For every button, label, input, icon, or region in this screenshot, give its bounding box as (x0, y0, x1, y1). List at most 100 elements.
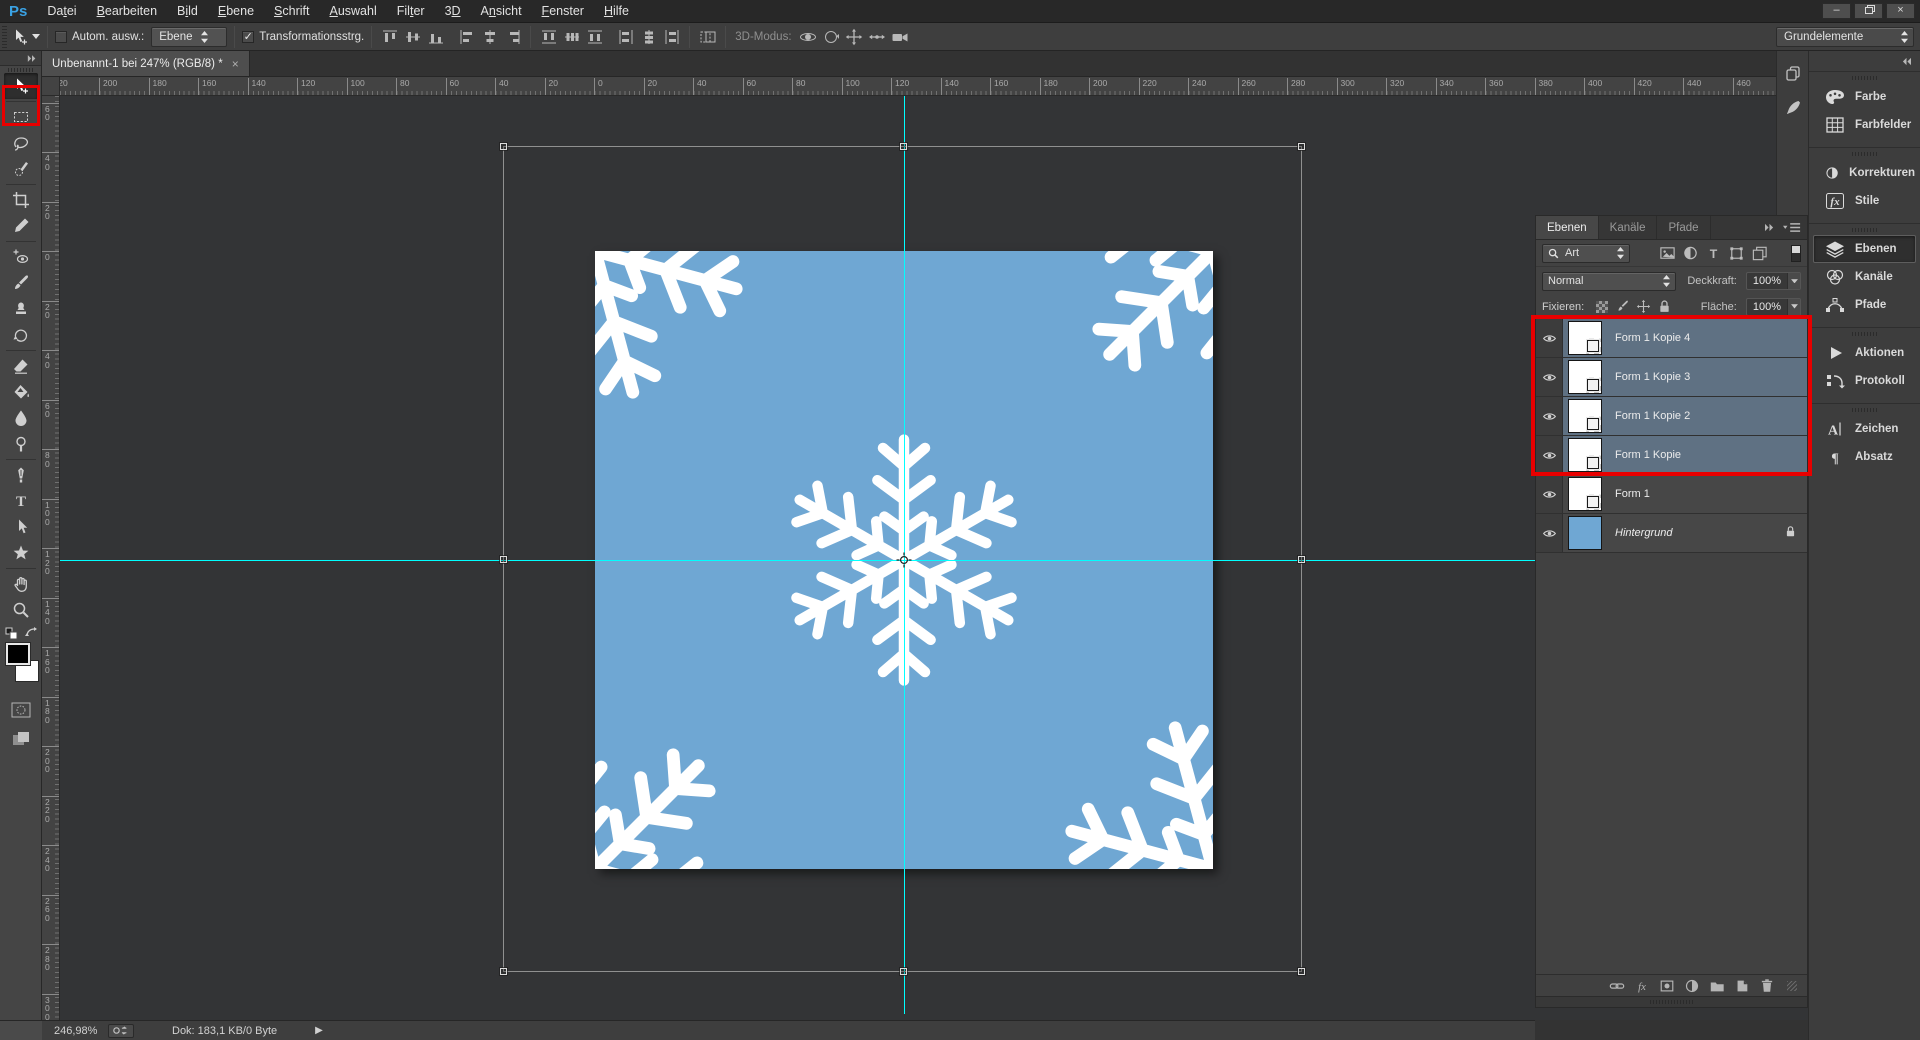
distribute-vertical-centers-button[interactable] (561, 27, 582, 46)
link-layers-button[interactable] (1608, 978, 1625, 994)
status-sync-button[interactable] (108, 1024, 134, 1038)
transform-handle-bottom-center[interactable] (900, 968, 907, 975)
filter-shape-layers-button[interactable] (1726, 244, 1746, 263)
layer-thumbnail[interactable] (1568, 438, 1602, 472)
align-vertical-centers-button[interactable] (402, 27, 423, 46)
tools-panel-grip[interactable] (0, 66, 41, 73)
transform-handle-top-left[interactable] (500, 143, 507, 150)
transform-handle-bottom-left[interactable] (500, 968, 507, 975)
layer-filter-toggle[interactable] (1791, 245, 1801, 262)
swap-colors-icon[interactable] (25, 627, 37, 639)
transform-controls-checkbox-box[interactable]: ✓ (242, 31, 254, 43)
minimize-button[interactable]: – (1822, 3, 1851, 19)
healing-brush-tool[interactable] (4, 244, 38, 270)
lock-position-button[interactable] (1635, 298, 1652, 315)
panel-collapse-chevrons-icon[interactable] (1764, 223, 1775, 232)
menu-auswahl[interactable]: Auswahl (319, 0, 386, 22)
align-left-edges-button[interactable] (456, 27, 477, 46)
distribute-left-edges-button[interactable] (615, 27, 636, 46)
menu-ansicht[interactable]: Ansicht (471, 0, 532, 22)
auto-select-checkbox[interactable]: Autom. ausw.: (55, 31, 144, 43)
layer-row-form-1-kopie-2[interactable]: Form 1 Kopie 2 (1536, 397, 1807, 436)
lock-all-button[interactable] (1656, 298, 1673, 315)
panel-menu-icon[interactable] (1783, 222, 1801, 233)
panel-button-korrekturen[interactable]: Korrekturen (1813, 159, 1916, 187)
panel-resize-grip[interactable] (1787, 981, 1797, 991)
default-colors-icon[interactable] (5, 627, 18, 640)
document-tab[interactable]: Unbenannt-1 bei 247% (RGB/8) * × (42, 51, 250, 76)
panel-button-protokoll[interactable]: Protokoll (1813, 367, 1916, 395)
align-top-edges-button[interactable] (379, 27, 400, 46)
layers-list-empty-area[interactable] (1536, 553, 1807, 974)
layer-visibility-toggle[interactable] (1536, 319, 1563, 357)
panel-button-farbfelder[interactable]: Farbfelder (1813, 111, 1916, 139)
delete-layer-button[interactable] (1758, 978, 1775, 994)
vertical-ruler[interactable]: 6 04 02 002 04 06 08 01 0 01 2 01 4 01 6… (42, 96, 60, 1020)
layer-thumbnail[interactable] (1568, 399, 1602, 433)
panel-button-farbe[interactable]: Farbe (1813, 83, 1916, 111)
distribute-right-edges-button[interactable] (661, 27, 682, 46)
dock-group-grip[interactable] (1809, 72, 1920, 83)
panel-tab-ebenen[interactable]: Ebenen (1536, 216, 1599, 239)
history-brush-tool[interactable] (4, 322, 38, 348)
menu-schrift[interactable]: Schrift (264, 0, 319, 22)
menu-3d[interactable]: 3D (435, 0, 471, 22)
panel-tab-kanale[interactable]: Kanäle (1599, 216, 1658, 239)
restore-button[interactable] (1854, 3, 1883, 19)
dock-group-grip[interactable] (1809, 148, 1920, 159)
brush-tool[interactable] (4, 270, 38, 296)
panel-button-pfade[interactable]: Pfade (1813, 291, 1916, 319)
layer-row-form-1[interactable]: Form 1 (1536, 475, 1807, 514)
filter-type-layers-button[interactable] (1703, 244, 1723, 263)
lock-transparency-button[interactable] (1593, 298, 1610, 315)
layer-row-form-1-kopie-3[interactable]: Form 1 Kopie 3 (1536, 358, 1807, 397)
blur-tool[interactable] (4, 405, 38, 431)
pen-tool[interactable] (4, 462, 38, 488)
layer-row-hintergrund[interactable]: Hintergrund (1536, 514, 1807, 553)
quick-selection-tool[interactable] (4, 156, 38, 182)
close-button[interactable]: × (1886, 3, 1915, 19)
auto-align-layers-button[interactable] (697, 27, 718, 46)
tools-panel-header[interactable] (0, 51, 41, 66)
panel-button-ebenen[interactable]: Ebenen (1813, 235, 1916, 263)
path-selection-tool[interactable] (4, 514, 38, 540)
layer-filter-dropdown[interactable]: Art (1542, 244, 1630, 263)
move-tool[interactable] (4, 73, 38, 99)
status-menu-arrow[interactable]: ▶ (315, 1025, 323, 1036)
transform-handle-middle-left[interactable] (500, 556, 507, 563)
align-right-edges-button[interactable] (502, 27, 523, 46)
dodge-tool[interactable] (4, 431, 38, 457)
collapsed-panel-button-2[interactable] (1780, 95, 1806, 121)
hand-tool[interactable] (4, 571, 38, 597)
new-adjustment-layer-button[interactable] (1683, 978, 1700, 994)
layer-thumbnail[interactable] (1568, 516, 1602, 550)
3d-rotate-button[interactable] (798, 27, 819, 46)
clone-stamp-tool[interactable] (4, 296, 38, 322)
layer-visibility-toggle[interactable] (1536, 358, 1563, 396)
layer-styles-button[interactable] (1633, 978, 1650, 994)
panel-button-aktionen[interactable]: Aktionen (1813, 339, 1916, 367)
paint-bucket-tool[interactable] (4, 379, 38, 405)
layers-panel-resize-grip[interactable] (1536, 996, 1807, 1007)
layer-thumbnail[interactable] (1568, 360, 1602, 394)
lasso-tool[interactable] (4, 130, 38, 156)
horizontal-ruler[interactable]: 2202001801601401201008060402002040608010… (60, 77, 1776, 96)
new-group-button[interactable] (1708, 978, 1725, 994)
tab-close-icon[interactable]: × (232, 57, 239, 71)
fill-dropdown-button[interactable] (1787, 299, 1800, 315)
transform-handle-middle-right[interactable] (1298, 556, 1305, 563)
layer-thumbnail[interactable] (1568, 321, 1602, 355)
distribute-horizontal-centers-button[interactable] (638, 27, 659, 46)
collapsed-panel-button-1[interactable] (1780, 61, 1806, 87)
zoom-tool[interactable] (4, 597, 38, 623)
panel-button-absatz[interactable]: Absatz (1813, 443, 1916, 471)
transform-handle-top-center[interactable] (900, 143, 907, 150)
menu-datei[interactable]: Datei (37, 0, 86, 22)
add-layer-mask-button[interactable] (1658, 978, 1675, 994)
3d-slide-button[interactable] (867, 27, 888, 46)
layer-row-form-1-kopie[interactable]: Form 1 Kopie (1536, 436, 1807, 475)
dock-group-grip[interactable] (1809, 224, 1920, 235)
menu-fenster[interactable]: Fenster (532, 0, 594, 22)
3d-camera-button[interactable] (890, 27, 911, 46)
dock-collapse-button[interactable] (1809, 51, 1920, 71)
